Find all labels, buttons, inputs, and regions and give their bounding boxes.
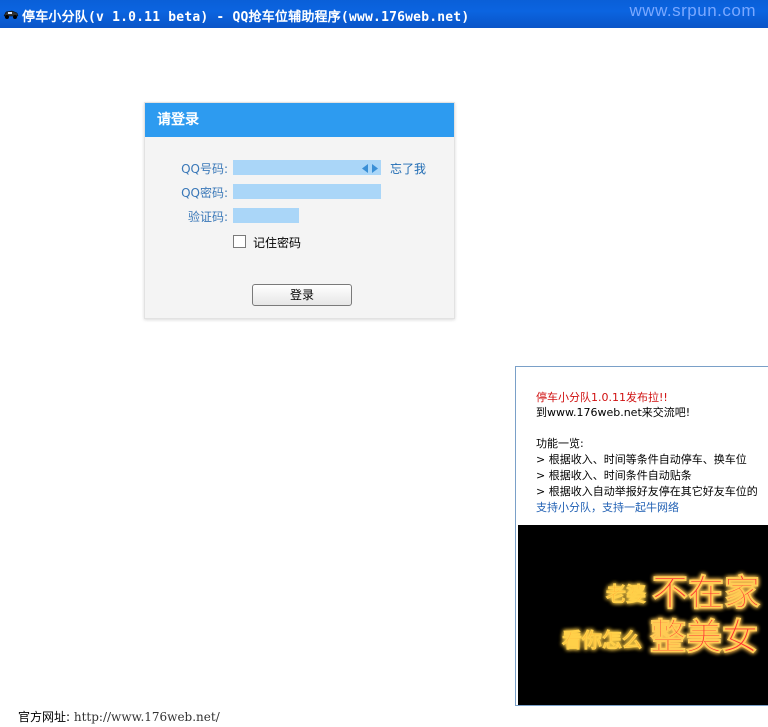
visit-text: 到www.176web.net来交流吧! xyxy=(536,406,691,419)
account-select-arrows-icon[interactable] xyxy=(361,163,379,174)
banner-text-big-2: 整美女 xyxy=(650,617,758,658)
ad-banner[interactable]: 老婆 不在家 看你怎么 整美女 xyxy=(518,525,768,705)
features-title: 功能一览: xyxy=(536,437,584,450)
forgot-link[interactable]: 忘了我 xyxy=(390,160,426,177)
qq-number-label: QQ号码: xyxy=(181,162,228,176)
qq-number-combobox[interactable] xyxy=(233,160,381,175)
captcha-label: 验证码: xyxy=(187,210,228,224)
feature-item: > 根据收入自动举报好友停在其它好友车位的 xyxy=(536,485,758,498)
ad-banner-graphic: 老婆 不在家 看你怎么 整美女 xyxy=(518,525,768,705)
banner-text-small-1: 老婆 xyxy=(606,582,646,606)
support-link[interactable]: 支持小分队，支持一起牛网络 xyxy=(536,499,679,515)
banner-text-small-2: 看你怎么 xyxy=(562,628,642,652)
feature-item: > 根据收入、时间等条件自动停车、换车位 xyxy=(536,453,747,466)
info-panel: 停车小分队1.0.11发布拉!! 到www.176web.net来交流吧! 功能… xyxy=(515,366,768,706)
window-title: 停车小分队(v 1.0.11 beta) - QQ抢车位辅助程序(www.176… xyxy=(22,10,470,25)
watermark: www.srpun.com xyxy=(629,1,756,20)
qq-password-label: QQ密码: xyxy=(181,186,228,200)
banner-text-big-1: 不在家 xyxy=(652,573,760,614)
footer-label: 官方网址: xyxy=(18,710,71,724)
official-url-link[interactable]: http://www.176web.net/ xyxy=(74,710,220,724)
car-icon xyxy=(3,10,19,19)
remember-password-label[interactable]: 记住密码 xyxy=(253,234,301,251)
footer: 官方网址: http://www.176web.net/ xyxy=(18,708,220,725)
login-button[interactable]: 登录 xyxy=(252,284,352,306)
qq-password-field[interactable] xyxy=(233,184,381,199)
feature-item: > 根据收入、时间条件自动贴条 xyxy=(536,469,692,482)
remember-password-checkbox[interactable] xyxy=(233,235,246,248)
title-bar[interactable]: 停车小分队(v 1.0.11 beta) - QQ抢车位辅助程序(www.176… xyxy=(0,0,768,28)
captcha-field[interactable] xyxy=(233,208,299,223)
announce-text: 停车小分队1.0.11发布拉!! xyxy=(536,391,668,404)
login-header: 请登录 xyxy=(145,103,454,137)
